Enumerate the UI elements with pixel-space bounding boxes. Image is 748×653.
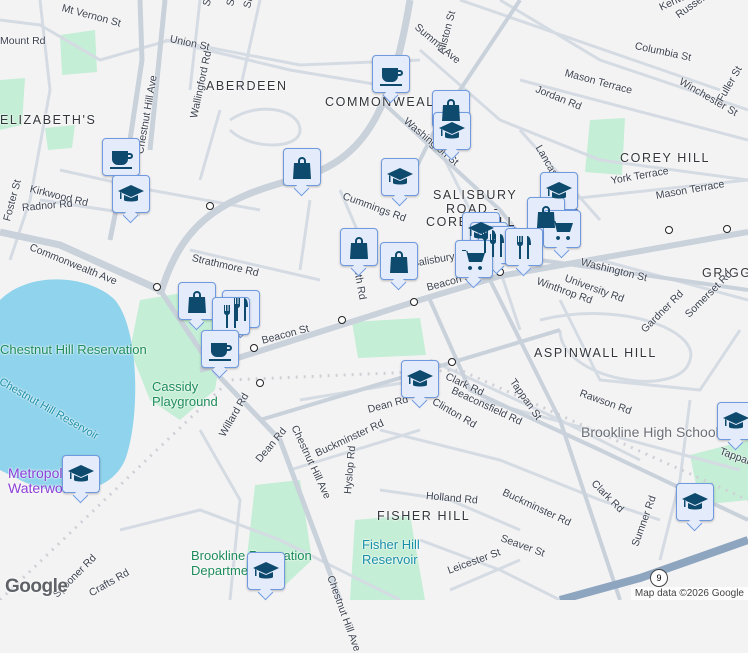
playground-label[interactable]: Cassidy Playground	[152, 379, 222, 409]
map-marker[interactable]	[676, 483, 714, 521]
street-label: Mount Rd	[0, 35, 46, 47]
neighborhood-label: ASPINWALL HILL	[534, 346, 657, 360]
map-marker[interactable]	[505, 228, 543, 266]
school-label[interactable]: Brookline High School	[581, 424, 719, 440]
neighborhood-label: COREY HILL	[620, 151, 711, 165]
coffee-icon	[110, 151, 133, 169]
map-marker[interactable]	[455, 240, 493, 278]
map-marker[interactable]	[102, 138, 140, 176]
graduation-cap-icon	[723, 412, 748, 429]
graduation-cap-icon	[387, 168, 413, 185]
map-marker[interactable]	[283, 148, 321, 186]
map-marker[interactable]	[433, 112, 471, 150]
neighborhood-label: SALISBURY	[433, 188, 518, 202]
shopping-bag-icon	[293, 157, 311, 179]
map-marker[interactable]	[381, 158, 419, 196]
shopping-bag-icon	[188, 291, 206, 313]
graduation-cap-icon	[118, 185, 144, 202]
restaurant-icon	[516, 236, 531, 259]
map-marker[interactable]	[212, 297, 250, 335]
coffee-icon	[209, 343, 232, 361]
map-marker[interactable]	[380, 242, 418, 280]
graduation-cap-icon	[68, 465, 94, 482]
graduation-cap-icon	[439, 122, 465, 139]
map-marker[interactable]	[178, 282, 216, 320]
map-marker[interactable]	[247, 552, 285, 590]
map-marker[interactable]	[340, 228, 378, 266]
coffee-icon	[380, 68, 403, 86]
map-attribution[interactable]: Map data ©2026 Google	[630, 587, 748, 600]
shopping-cart-icon	[550, 220, 573, 240]
neighborhood-label: ABERDEEN	[206, 79, 288, 93]
map-marker[interactable]	[372, 55, 410, 93]
restaurant-icon	[223, 305, 238, 328]
map-marker[interactable]	[112, 175, 150, 213]
neighborhood-label: FISHER HILL	[377, 509, 471, 523]
route-9-shield: 9	[650, 569, 668, 587]
google-logo: Google	[5, 576, 68, 597]
graduation-cap-icon	[682, 493, 708, 510]
map-marker[interactable]	[201, 330, 239, 368]
shopping-cart-icon	[462, 250, 485, 270]
map-marker[interactable]	[62, 455, 100, 493]
shopping-bag-icon	[390, 251, 408, 273]
map-marker[interactable]	[401, 360, 439, 398]
neighborhood-label: ELIZABETH'S	[0, 113, 97, 127]
map-marker[interactable]	[717, 402, 748, 440]
map-marker[interactable]	[543, 210, 581, 248]
fisher-reservoir-label: Fisher Hill Reservoir	[362, 537, 420, 567]
graduation-cap-icon	[253, 562, 279, 579]
graduation-cap-icon	[407, 370, 433, 387]
shopping-bag-icon	[350, 237, 368, 259]
reservation-label[interactable]: Chestnut Hill Reservation	[0, 342, 147, 357]
graduation-cap-icon	[546, 182, 572, 199]
